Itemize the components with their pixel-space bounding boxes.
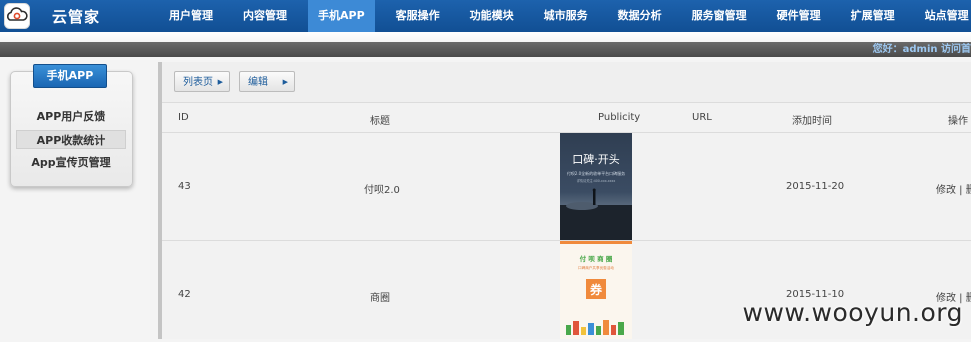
poster-artwork: 付 呗 商 圈 口碑商户共享优惠活动 券 — [560, 241, 632, 335]
header-actions: 操作 — [948, 116, 968, 127]
chevron-right-icon: ▶ — [282, 78, 288, 86]
brand-name: 云管家 — [52, 8, 101, 26]
nav-item-data-analysis[interactable]: 数据分析 — [609, 0, 671, 32]
nav-item-city-services[interactable]: 城市服务 — [535, 0, 597, 32]
chevron-right-icon: ▶ — [217, 78, 223, 86]
sidebar-item-app-feedback[interactable]: APP用户反馈 — [16, 107, 126, 126]
watermark: www.wooyun.org — [742, 298, 963, 327]
row-date: 2015-11-20 — [786, 181, 845, 192]
sub-header-strip — [0, 42, 971, 57]
main-nav: 用户管理 内容管理 手机APP 客服操作 功能模块 城市服务 数据分析 服务窗管… — [160, 0, 971, 32]
header-publicity: Publicity — [598, 112, 641, 123]
top-navbar: 云管家 用户管理 内容管理 手机APP 客服操作 功能模块 城市服务 数据分析 … — [0, 0, 971, 32]
header-title: 标题 — [370, 116, 390, 127]
nav-item-service-window[interactable]: 服务窗管理 — [683, 0, 756, 32]
breadcrumb-edit[interactable]: 编辑 ▶ — [239, 71, 295, 92]
table-row: 43 付呗2.0 口碑·开头 付呗2.0全新的收单平台口碑服务 详情请关注:40… — [162, 133, 971, 241]
sidebar-item-app-promo-pages[interactable]: App宣传页管理 — [16, 153, 126, 172]
cloud-logo-icon — [4, 3, 30, 29]
breadcrumb: 列表页 ▶ 编辑 ▶ — [162, 62, 971, 103]
nav-item-site-management[interactable]: 站点管理 — [916, 0, 971, 32]
breadcrumb-list-page[interactable]: 列表页 ▶ — [174, 71, 230, 92]
welcome-text[interactable]: 您好：admin 访问首 — [873, 40, 971, 55]
breadcrumb-edit-label: 编辑 — [248, 77, 268, 88]
nav-item-content-management[interactable]: 内容管理 — [234, 0, 296, 32]
poster-artwork: 口碑·开头 付呗2.0全新的收单平台口碑服务 详情请关注:400-xxx-xxx… — [560, 153, 632, 240]
row-actions[interactable]: 修改 | 删除 — [936, 181, 971, 196]
poster-coupon: 券 — [589, 282, 603, 297]
nav-item-function-modules[interactable]: 功能模块 — [461, 0, 523, 32]
publicity-image[interactable]: 口碑·开头 付呗2.0全新的收单平台口碑服务 详情请关注:400-xxx-xxx… — [560, 133, 632, 240]
sidebar-item-app-payment-stats[interactable]: APP收款统计 — [16, 130, 126, 149]
header-id: ID — [178, 112, 189, 123]
publicity-image[interactable]: 付 呗 商 圈 口碑商户共享优惠活动 券 — [560, 241, 632, 339]
nav-item-user-management[interactable]: 用户管理 — [160, 0, 222, 32]
header-added-time: 添加时间 — [792, 116, 832, 127]
sidebar-title: 手机APP — [33, 64, 107, 88]
header-url: URL — [692, 112, 712, 123]
breadcrumb-list-label: 列表页 — [183, 77, 213, 88]
poster-line: 付呗2.0全新的收单平台口碑服务 — [567, 170, 625, 176]
row-id: 42 — [178, 289, 191, 300]
poster-small: 详情请关注:400-xxx-xxxx — [577, 178, 616, 183]
nav-item-customer-service[interactable]: 客服操作 — [387, 0, 449, 32]
nav-item-extensions[interactable]: 扩展管理 — [842, 0, 904, 32]
poster-heading: 付 呗 商 圈 — [580, 254, 613, 263]
row-title: 付呗2.0 — [364, 185, 400, 196]
poster-heading: 口碑·开头 — [572, 153, 620, 166]
poster-line: 口碑商户共享优惠活动 — [578, 265, 614, 270]
row-title: 商圈 — [370, 293, 390, 304]
table-header: ID 标题 Publicity URL 添加时间 操作 — [162, 103, 971, 133]
nav-item-mobile-app[interactable]: 手机APP — [308, 0, 375, 32]
row-id: 43 — [178, 181, 191, 192]
nav-item-hardware[interactable]: 硬件管理 — [768, 0, 830, 32]
